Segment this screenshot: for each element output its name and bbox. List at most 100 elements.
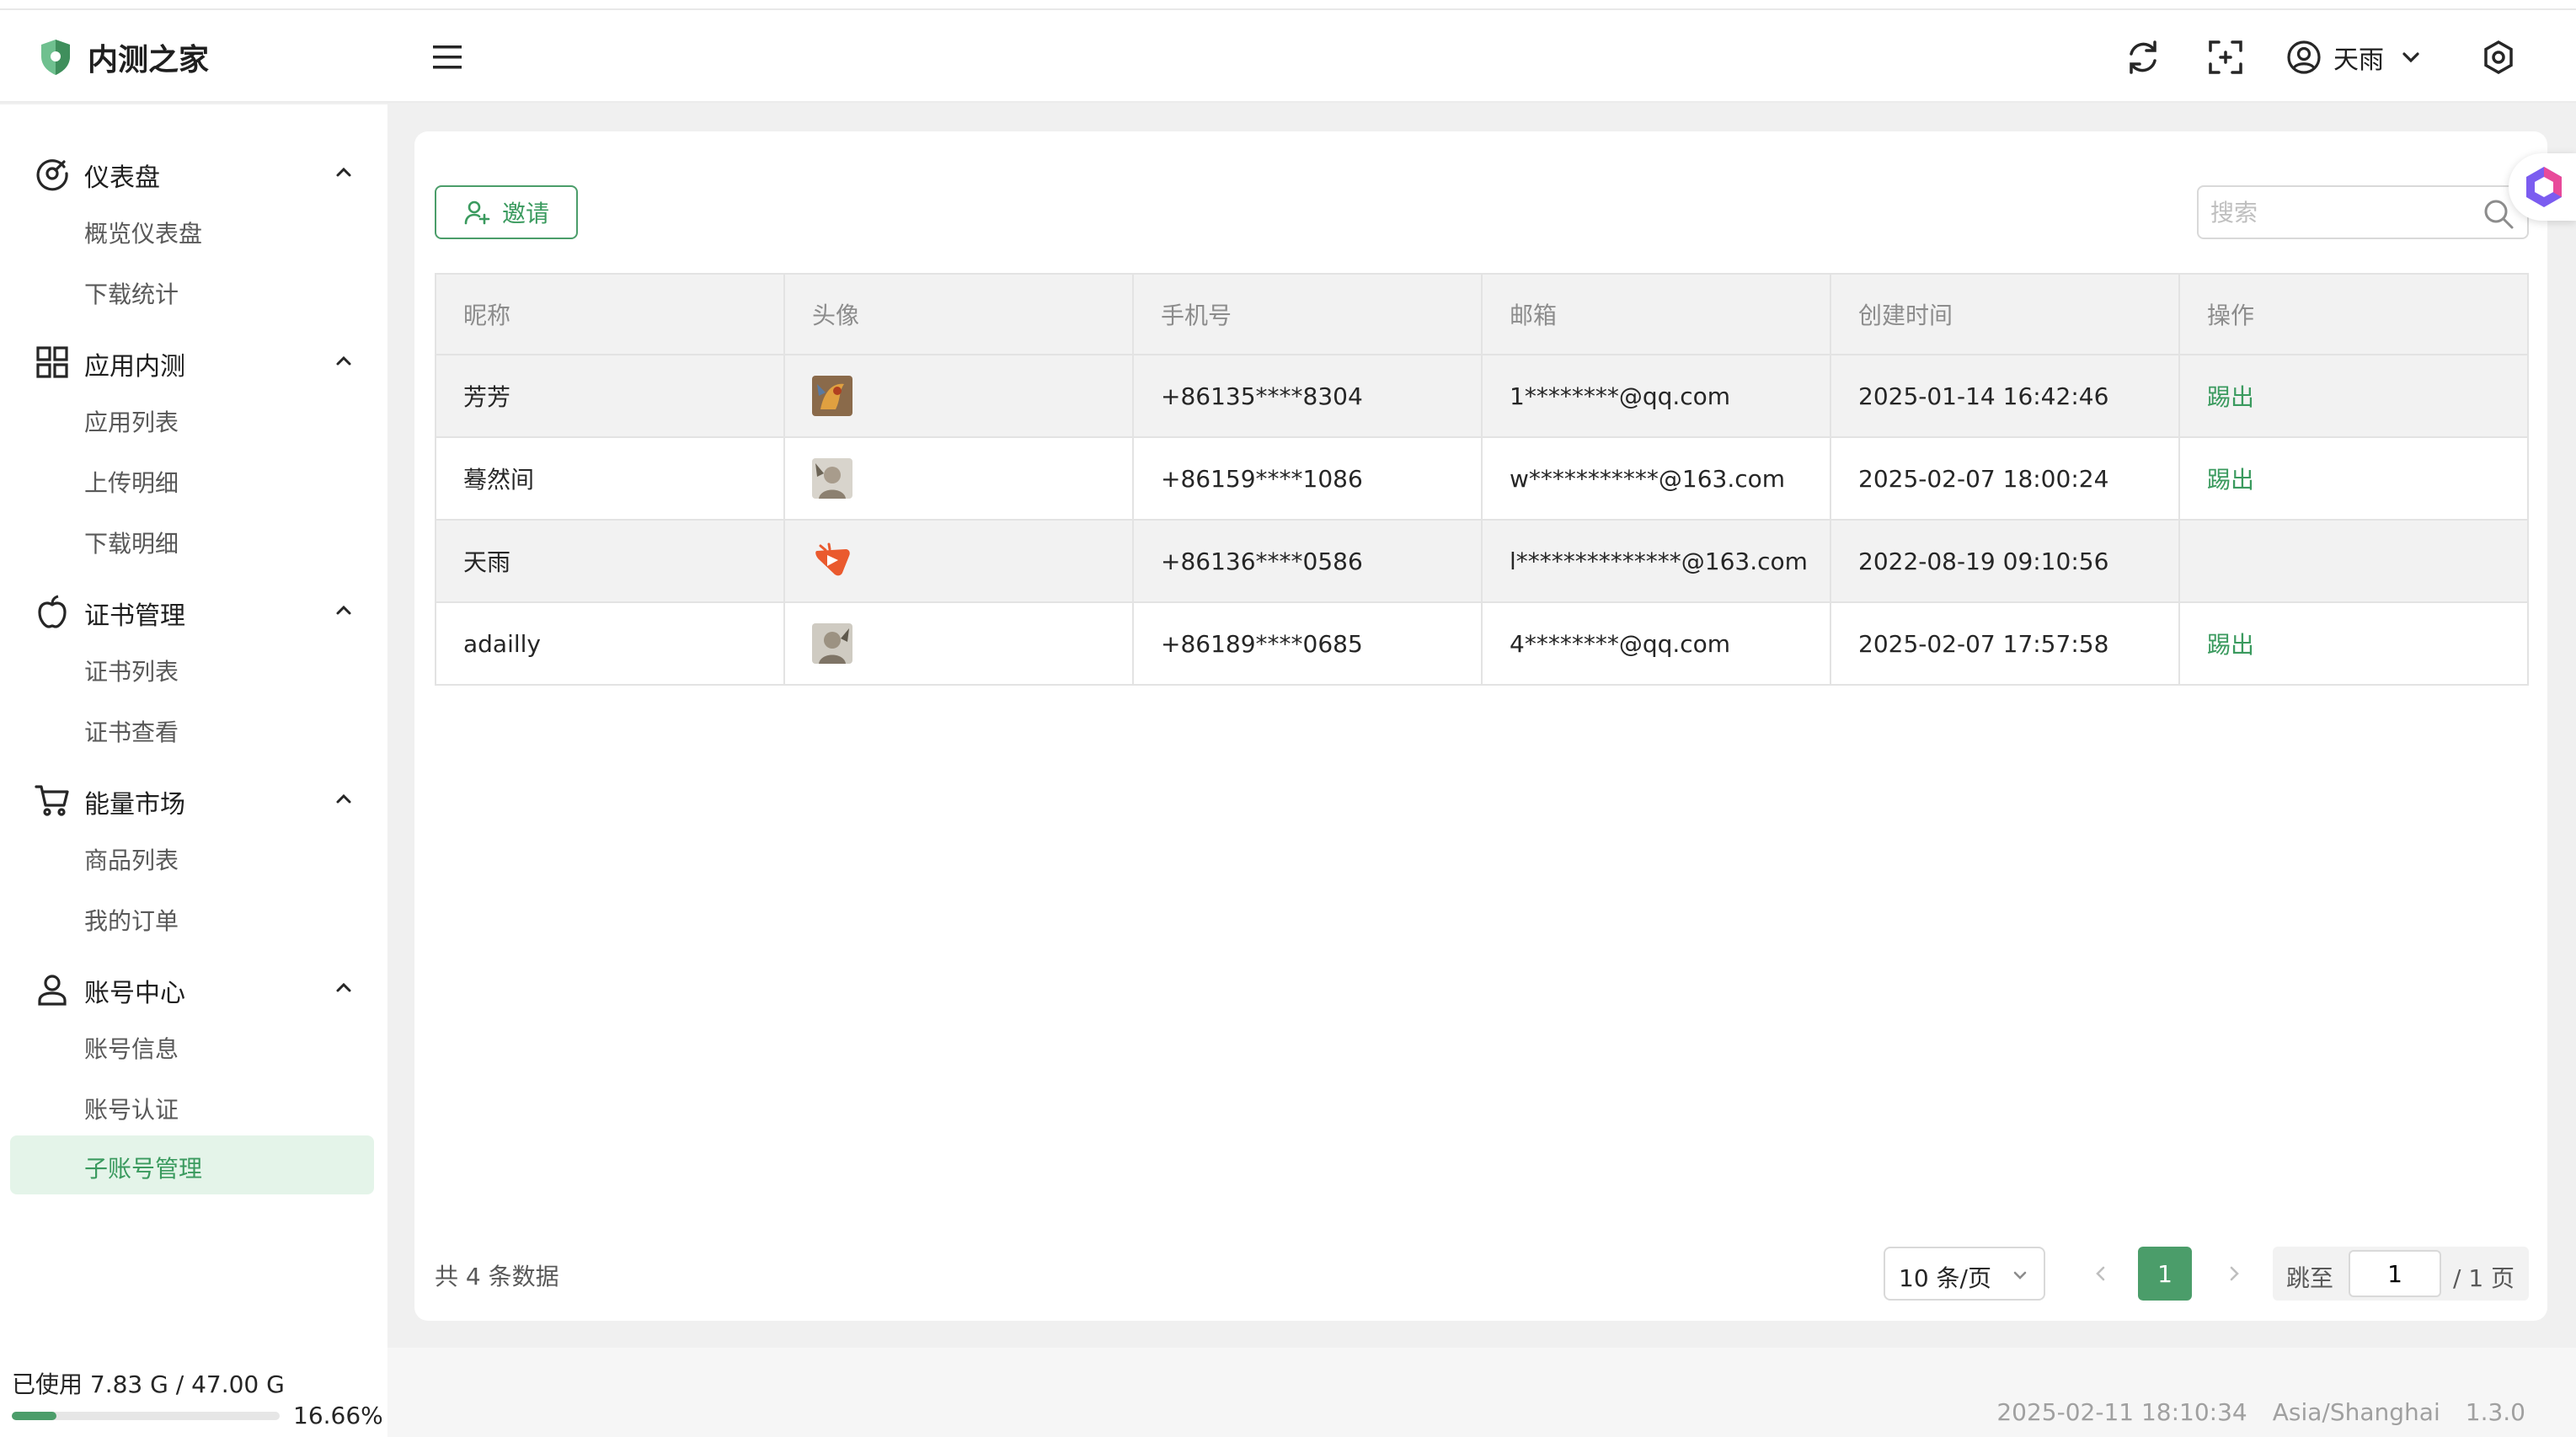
sub-account-table: 昵称 头像 手机号 邮箱 创建时间 操作 芳芳 +86135****8304 1…: [435, 273, 2529, 686]
sidebar-group-label: 仪表盘: [84, 163, 160, 193]
cell-nickname: adailly: [435, 601, 785, 686]
column-header-email: 邮箱: [1481, 273, 1831, 355]
kick-out-link[interactable]: 踢出: [2207, 466, 2254, 494]
sidebar-group-app-beta[interactable]: 应用内测: [0, 330, 387, 391]
sidebar-item-account-info[interactable]: 账号信息: [10, 1016, 374, 1075]
sidebar-item-certificate-list[interactable]: 证书列表: [10, 638, 374, 697]
sidebar-item-overview-dashboard[interactable]: 概览仪表盘: [10, 200, 374, 259]
sidebar-group-label: 证书管理: [84, 601, 185, 631]
sidebar-item-download-stats[interactable]: 下载统计: [10, 261, 374, 320]
cell-email: l**************@163.com: [1481, 519, 1831, 603]
footer: 2025-02-11 18:10:34 Asia/Shanghai 1.3.0: [387, 1348, 2576, 1437]
cell-avatar: [783, 519, 1134, 603]
sidebar-group-energy-market[interactable]: 能量市场: [0, 768, 387, 829]
column-header-nickname: 昵称: [435, 273, 785, 355]
sidebar: 仪表盘 概览仪表盘 下载统计 应用内测 应用列表 上传明细 下载明细 证书管理 …: [0, 104, 387, 1348]
cell-avatar: [783, 354, 1134, 438]
table-row: 芳芳 +86135****8304 1********@qq.com 2025-…: [435, 354, 2529, 438]
refresh-icon: [2130, 40, 2156, 74]
sidebar-group-account-center[interactable]: 账号中心: [0, 957, 387, 1018]
cell-nickname: 天雨: [435, 519, 785, 603]
chevron-up-icon: [336, 982, 351, 992]
sidebar-item-label: 概览仪表盘: [84, 220, 203, 248]
sidebar-item-sub-account-management[interactable]: 子账号管理: [10, 1135, 374, 1194]
next-page-icon[interactable]: [2219, 1258, 2249, 1289]
sidebar-item-label: 上传明细: [84, 469, 179, 497]
apple-icon: [38, 595, 67, 628]
cell-phone: +86159****1086: [1132, 436, 1483, 521]
sidebar-item-my-orders[interactable]: 我的订单: [10, 888, 374, 947]
page-number-button[interactable]: 1: [2138, 1247, 2192, 1301]
sidebar-item-label: 证书查看: [84, 718, 179, 746]
cell-action: 踢出: [2178, 601, 2529, 686]
pagination-total: 共 4 条数据: [435, 1263, 559, 1290]
sidebar-item-certificate-view[interactable]: 证书查看: [10, 699, 374, 758]
table-row: 蓦然间 +86159****1086 w***********@163.com …: [435, 436, 2529, 521]
footer-datetime: 2025-02-11 18:10:34: [1996, 1398, 2247, 1426]
sidebar-item-download-details[interactable]: 下载明细: [10, 510, 374, 569]
cell-email: 4********@qq.com: [1481, 601, 1831, 686]
app-header: 内测之家 天雨: [0, 10, 2576, 103]
sidebar-item-upload-details[interactable]: 上传明细: [10, 450, 374, 509]
sidebar-group-certificates[interactable]: 证书管理: [0, 580, 387, 640]
cell-email: w***********@163.com: [1481, 436, 1831, 521]
cell-phone: +86135****8304: [1132, 354, 1483, 438]
cell-created: 2025-02-07 18:00:24: [1830, 436, 2180, 521]
gauge-icon: [36, 159, 68, 191]
settings-button[interactable]: [2477, 35, 2520, 79]
sidebar-item-product-list[interactable]: 商品列表: [10, 827, 374, 886]
table-row: adailly +86189****0685 4********@qq.com …: [435, 601, 2529, 686]
column-header-phone: 手机号: [1132, 273, 1483, 355]
floating-assistant-button[interactable]: [2509, 153, 2576, 221]
fullscreen-icon: [2209, 40, 2242, 74]
sub-account-card: 邀请 昵称 头像 手机号 邮箱 创建时间 操作 芳芳: [414, 131, 2547, 1321]
total-pages: / 1 页: [2453, 1264, 2515, 1292]
add-user-icon: [464, 200, 490, 225]
window-top-strip: [0, 0, 2576, 10]
kick-out-link[interactable]: 踢出: [2207, 631, 2254, 659]
shield-logo-icon: [41, 40, 70, 75]
avatar-portrait-image: [812, 623, 852, 664]
sidebar-group-label: 账号中心: [84, 979, 185, 1008]
refresh-button[interactable]: [2121, 35, 2165, 79]
sidebar-item-account-verification[interactable]: 账号认证: [10, 1076, 374, 1135]
cell-email: 1********@qq.com: [1481, 354, 1831, 438]
storage-usage: 已使用 7.83 G / 47.00 G 16.66%: [0, 1348, 387, 1437]
invite-button[interactable]: 邀请: [435, 185, 578, 239]
cell-phone: +86189****0685: [1132, 601, 1483, 686]
invite-button-label: 邀请: [501, 200, 549, 227]
chevron-down-icon: [2402, 52, 2419, 63]
column-header-created: 创建时间: [1830, 273, 2180, 355]
cell-avatar: [783, 436, 1134, 521]
search-box: [2197, 185, 2529, 239]
cell-action: 踢出: [2178, 354, 2529, 438]
search-input[interactable]: [2210, 195, 2463, 229]
app-name: 内测之家: [88, 43, 210, 77]
storage-progress-bar: [12, 1412, 280, 1420]
cell-created: 2025-01-14 16:42:46: [1830, 354, 2180, 438]
avatar-dragon-image: [812, 376, 852, 416]
search-icon[interactable]: [2482, 197, 2515, 231]
jump-label: 跳至: [2286, 1264, 2334, 1292]
storage-progress-fill: [12, 1412, 56, 1420]
cell-nickname: 芳芳: [435, 354, 785, 438]
sidebar-group-dashboard[interactable]: 仪表盘: [0, 142, 387, 202]
sidebar-group-label: 应用内测: [84, 352, 185, 382]
sidebar-item-app-list[interactable]: 应用列表: [10, 389, 374, 448]
menu-toggle-button[interactable]: [428, 40, 468, 74]
page-size-select[interactable]: 10 条/页: [1884, 1247, 2045, 1301]
kick-out-link[interactable]: 踢出: [2207, 383, 2254, 411]
avatar-portrait-image: [812, 458, 852, 499]
storage-percent: 16.66%: [293, 1402, 383, 1429]
apps-grid-icon: [36, 346, 68, 378]
hamburger-icon: [433, 45, 462, 69]
jump-page-input[interactable]: [2349, 1250, 2441, 1297]
shopping-cart-icon: [35, 785, 69, 816]
footer-timezone: Asia/Shanghai: [2272, 1398, 2440, 1426]
user-menu[interactable]: 天雨: [2286, 35, 2423, 79]
prev-page-icon[interactable]: [2086, 1258, 2116, 1289]
app-logo[interactable]: 内测之家: [39, 35, 209, 79]
column-header-actions: 操作: [2178, 273, 2529, 355]
chevron-up-icon: [336, 355, 351, 366]
fullscreen-button[interactable]: [2204, 35, 2247, 79]
